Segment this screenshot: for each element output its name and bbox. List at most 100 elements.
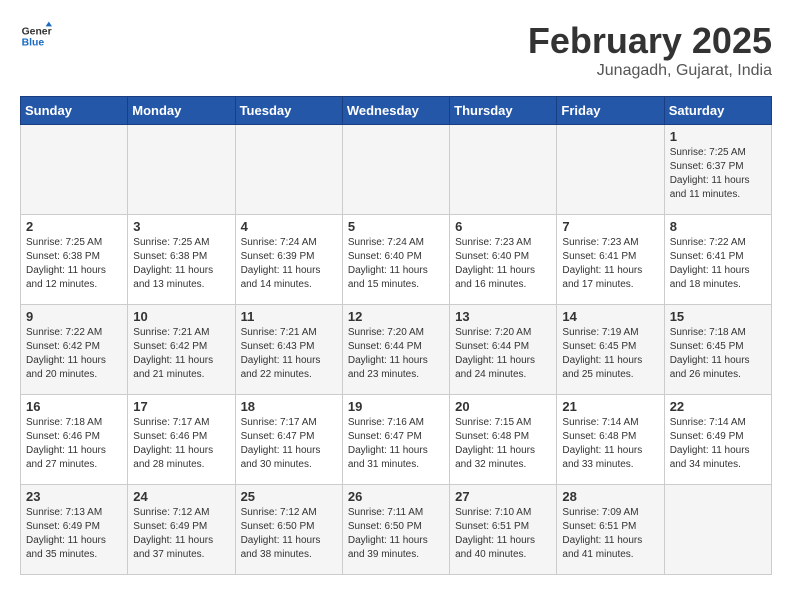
day-info: Sunrise: 7:12 AM Sunset: 6:50 PM Dayligh…: [241, 506, 337, 562]
day-info: Sunrise: 7:15 AM Sunset: 6:48 PM Dayligh…: [455, 416, 551, 472]
day-number: 15: [670, 309, 766, 324]
day-number: 13: [455, 309, 551, 324]
day-info: Sunrise: 7:24 AM Sunset: 6:39 PM Dayligh…: [241, 236, 337, 292]
day-info: Sunrise: 7:17 AM Sunset: 6:46 PM Dayligh…: [133, 416, 229, 472]
day-number: 5: [348, 219, 444, 234]
svg-text:General: General: [22, 26, 52, 37]
day-info: Sunrise: 7:21 AM Sunset: 6:42 PM Dayligh…: [133, 326, 229, 382]
day-info: Sunrise: 7:24 AM Sunset: 6:40 PM Dayligh…: [348, 236, 444, 292]
day-number: 8: [670, 219, 766, 234]
day-number: 18: [241, 399, 337, 414]
column-header-friday: Friday: [557, 97, 664, 125]
day-info: Sunrise: 7:25 AM Sunset: 6:37 PM Dayligh…: [670, 146, 766, 202]
calendar-cell: [342, 125, 449, 215]
calendar-cell: 26 Sunrise: 7:11 AM Sunset: 6:50 PM Dayli…: [342, 485, 449, 575]
day-info: Sunrise: 7:14 AM Sunset: 6:49 PM Dayligh…: [670, 416, 766, 472]
day-number: 10: [133, 309, 229, 324]
calendar-cell: 20 Sunrise: 7:15 AM Sunset: 6:48 PM Dayli…: [450, 395, 557, 485]
calendar-cell: 27 Sunrise: 7:10 AM Sunset: 6:51 PM Dayli…: [450, 485, 557, 575]
day-number: 11: [241, 309, 337, 324]
day-info: Sunrise: 7:20 AM Sunset: 6:44 PM Dayligh…: [348, 326, 444, 382]
day-info: Sunrise: 7:25 AM Sunset: 6:38 PM Dayligh…: [133, 236, 229, 292]
day-number: 27: [455, 489, 551, 504]
calendar-cell: [450, 125, 557, 215]
calendar-cell: [21, 125, 128, 215]
calendar-cell: [557, 125, 664, 215]
calendar-header-row: SundayMondayTuesdayWednesdayThursdayFrid…: [21, 97, 772, 125]
day-number: 12: [348, 309, 444, 324]
calendar-week-row: 1 Sunrise: 7:25 AM Sunset: 6:37 PM Daylig…: [21, 125, 772, 215]
calendar-cell: 16 Sunrise: 7:18 AM Sunset: 6:46 PM Dayli…: [21, 395, 128, 485]
calendar-cell: 7 Sunrise: 7:23 AM Sunset: 6:41 PM Daylig…: [557, 215, 664, 305]
calendar-cell: [235, 125, 342, 215]
calendar-week-row: 2 Sunrise: 7:25 AM Sunset: 6:38 PM Daylig…: [21, 215, 772, 305]
day-number: 25: [241, 489, 337, 504]
calendar-table: SundayMondayTuesdayWednesdayThursdayFrid…: [20, 96, 772, 575]
calendar-cell: 22 Sunrise: 7:14 AM Sunset: 6:49 PM Dayli…: [664, 395, 771, 485]
page-header: General Blue February 2025 Junagadh, Guj…: [20, 20, 772, 80]
day-info: Sunrise: 7:21 AM Sunset: 6:43 PM Dayligh…: [241, 326, 337, 382]
calendar-cell: 19 Sunrise: 7:16 AM Sunset: 6:47 PM Dayli…: [342, 395, 449, 485]
column-header-thursday: Thursday: [450, 97, 557, 125]
day-info: Sunrise: 7:22 AM Sunset: 6:41 PM Dayligh…: [670, 236, 766, 292]
day-number: 1: [670, 129, 766, 144]
calendar-cell: 24 Sunrise: 7:12 AM Sunset: 6:49 PM Dayli…: [128, 485, 235, 575]
day-number: 14: [562, 309, 658, 324]
day-info: Sunrise: 7:19 AM Sunset: 6:45 PM Dayligh…: [562, 326, 658, 382]
day-number: 19: [348, 399, 444, 414]
calendar-cell: 2Sunrise: 7:25 AM Sunset: 6:38 PM Daylig…: [21, 215, 128, 305]
calendar-cell: 12 Sunrise: 7:20 AM Sunset: 6:44 PM Dayli…: [342, 305, 449, 395]
day-number: 23: [26, 489, 122, 504]
day-info: Sunrise: 7:11 AM Sunset: 6:50 PM Dayligh…: [348, 506, 444, 562]
column-header-wednesday: Wednesday: [342, 97, 449, 125]
day-info: Sunrise: 7:23 AM Sunset: 6:40 PM Dayligh…: [455, 236, 551, 292]
calendar-cell: 10 Sunrise: 7:21 AM Sunset: 6:42 PM Dayli…: [128, 305, 235, 395]
calendar-cell: 3Sunrise: 7:25 AM Sunset: 6:38 PM Daylig…: [128, 215, 235, 305]
calendar-cell: 5 Sunrise: 7:24 AM Sunset: 6:40 PM Daylig…: [342, 215, 449, 305]
day-number: 6: [455, 219, 551, 234]
logo-icon: General Blue: [20, 20, 52, 52]
calendar-cell: 4 Sunrise: 7:24 AM Sunset: 6:39 PM Daylig…: [235, 215, 342, 305]
day-number: 4: [241, 219, 337, 234]
day-number: 28: [562, 489, 658, 504]
day-info: Sunrise: 7:14 AM Sunset: 6:48 PM Dayligh…: [562, 416, 658, 472]
day-number: 22: [670, 399, 766, 414]
day-number: 2: [26, 219, 122, 234]
day-info: Sunrise: 7:12 AM Sunset: 6:49 PM Dayligh…: [133, 506, 229, 562]
calendar-cell: [128, 125, 235, 215]
calendar-cell: 6 Sunrise: 7:23 AM Sunset: 6:40 PM Daylig…: [450, 215, 557, 305]
day-info: Sunrise: 7:23 AM Sunset: 6:41 PM Dayligh…: [562, 236, 658, 292]
day-info: Sunrise: 7:16 AM Sunset: 6:47 PM Dayligh…: [348, 416, 444, 472]
day-info: Sunrise: 7:13 AM Sunset: 6:49 PM Dayligh…: [26, 506, 122, 562]
day-info: Sunrise: 7:18 AM Sunset: 6:46 PM Dayligh…: [26, 416, 122, 472]
calendar-cell: 9 Sunrise: 7:22 AM Sunset: 6:42 PM Daylig…: [21, 305, 128, 395]
day-info: Sunrise: 7:22 AM Sunset: 6:42 PM Dayligh…: [26, 326, 122, 382]
calendar-week-row: 9 Sunrise: 7:22 AM Sunset: 6:42 PM Daylig…: [21, 305, 772, 395]
column-header-tuesday: Tuesday: [235, 97, 342, 125]
day-info: Sunrise: 7:18 AM Sunset: 6:45 PM Dayligh…: [670, 326, 766, 382]
column-header-saturday: Saturday: [664, 97, 771, 125]
calendar-week-row: 23 Sunrise: 7:13 AM Sunset: 6:49 PM Dayli…: [21, 485, 772, 575]
day-number: 9: [26, 309, 122, 324]
month-title: February 2025: [528, 20, 772, 62]
day-info: Sunrise: 7:17 AM Sunset: 6:47 PM Dayligh…: [241, 416, 337, 472]
calendar-cell: 23 Sunrise: 7:13 AM Sunset: 6:49 PM Dayli…: [21, 485, 128, 575]
svg-text:Blue: Blue: [22, 38, 45, 49]
calendar-cell: 11 Sunrise: 7:21 AM Sunset: 6:43 PM Dayli…: [235, 305, 342, 395]
day-number: 20: [455, 399, 551, 414]
day-number: 7: [562, 219, 658, 234]
day-number: 16: [26, 399, 122, 414]
title-block: February 2025 Junagadh, Gujarat, India: [528, 20, 772, 80]
day-number: 24: [133, 489, 229, 504]
calendar-cell: 1 Sunrise: 7:25 AM Sunset: 6:37 PM Daylig…: [664, 125, 771, 215]
calendar-cell: 17Sunrise: 7:17 AM Sunset: 6:46 PM Dayli…: [128, 395, 235, 485]
calendar-cell: 21Sunrise: 7:14 AM Sunset: 6:48 PM Dayli…: [557, 395, 664, 485]
day-number: 26: [348, 489, 444, 504]
day-info: Sunrise: 7:20 AM Sunset: 6:44 PM Dayligh…: [455, 326, 551, 382]
calendar-cell: 8 Sunrise: 7:22 AM Sunset: 6:41 PM Daylig…: [664, 215, 771, 305]
day-info: Sunrise: 7:10 AM Sunset: 6:51 PM Dayligh…: [455, 506, 551, 562]
day-info: Sunrise: 7:09 AM Sunset: 6:51 PM Dayligh…: [562, 506, 658, 562]
calendar-cell: 25 Sunrise: 7:12 AM Sunset: 6:50 PM Dayli…: [235, 485, 342, 575]
column-header-sunday: Sunday: [21, 97, 128, 125]
calendar-week-row: 16 Sunrise: 7:18 AM Sunset: 6:46 PM Dayli…: [21, 395, 772, 485]
